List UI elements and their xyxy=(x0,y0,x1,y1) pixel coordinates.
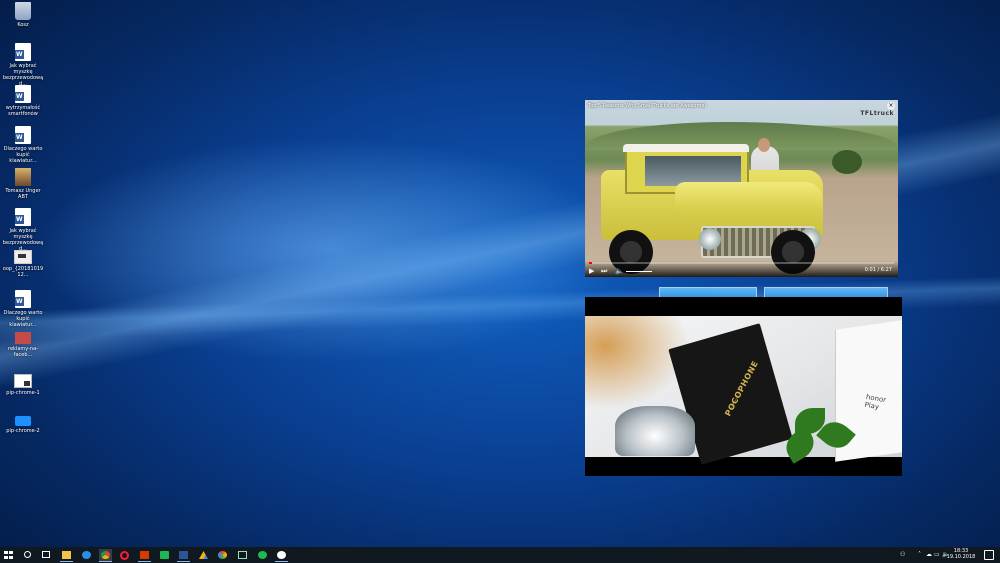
search-button[interactable] xyxy=(22,549,35,561)
shortcut-icon xyxy=(14,250,32,264)
word-document-icon xyxy=(15,126,31,144)
desktop-icon-recycle-bin[interactable]: Kosz xyxy=(2,2,44,28)
edge-icon xyxy=(82,551,91,559)
video-controls: ▶ ⏭ 🔈 0:01 / 6:27 xyxy=(585,261,898,277)
video-frame-truck xyxy=(585,100,898,277)
cloud-icon[interactable]: ☁ xyxy=(926,550,932,560)
pip-video-window-2[interactable]: honor Play POCOPHONE by Xiaomi xyxy=(585,297,902,476)
google-drive-icon xyxy=(199,551,208,559)
taskbar-app[interactable] xyxy=(80,549,93,561)
taskbar-app[interactable] xyxy=(158,549,171,561)
taskbar-app[interactable] xyxy=(118,549,131,561)
pip-video-window-1[interactable]: Top 5 Reasons Why Small Trucks are Aweso… xyxy=(585,100,898,277)
opera-icon xyxy=(120,551,129,560)
file-explorer-icon xyxy=(62,551,71,559)
taskbar-app[interactable] xyxy=(216,549,229,561)
taskbar-app[interactable] xyxy=(197,549,210,561)
desktop-icon-label: Tomasz Unger ABT xyxy=(5,188,41,200)
taskbar-app[interactable] xyxy=(275,549,288,562)
desktop-icon-label: Dlaczego warto kupić klawiatur... xyxy=(3,310,43,328)
app-box-icon xyxy=(238,551,247,559)
start-button[interactable] xyxy=(2,549,15,561)
desktop-icon-document[interactable]: Jak wybrać myszkę bezprzewodową d... xyxy=(2,208,44,252)
photos-icon xyxy=(218,551,227,559)
taskbar-clock[interactable]: 18:33 19.10.2018 xyxy=(944,548,978,560)
word-document-icon xyxy=(15,43,31,61)
video-timecode: 0:01 / 6:27 xyxy=(864,267,892,273)
clock-date: 19.10.2018 xyxy=(946,554,976,560)
volume-icon[interactable]: 🔈 xyxy=(615,267,624,275)
taskbar-app[interactable] xyxy=(236,549,249,561)
desktop-icon-label: Kosz xyxy=(17,22,29,28)
recycle-bin-icon xyxy=(15,2,31,20)
people-icon[interactable]: ⚇ xyxy=(900,550,905,560)
app-shortcut-icon xyxy=(14,374,32,388)
desktop-icon-document[interactable]: Dlaczego warto kupić klawiatur... xyxy=(2,290,44,328)
desktop-icon-document[interactable]: Jak wybrać myszkę bezprzewodową d... xyxy=(2,43,44,87)
truck-hood-shape xyxy=(675,182,823,212)
desktop-icon-shortcut[interactable]: oop_{2018101912... xyxy=(2,250,44,278)
word-document-icon xyxy=(15,85,31,103)
person-head-shape xyxy=(758,138,770,152)
taskbar-app[interactable] xyxy=(256,549,269,561)
volume-slider[interactable] xyxy=(626,271,652,272)
task-view-button[interactable] xyxy=(40,549,53,561)
network-icon[interactable]: ▭ xyxy=(934,550,940,560)
taskbar-app[interactable] xyxy=(60,549,73,562)
desktop-icon-document[interactable]: wytrzymałość smartfonów xyxy=(2,85,44,117)
desktop-icon-label: Jak wybrać myszkę bezprzewodową d... xyxy=(2,63,44,87)
search-icon xyxy=(24,551,31,558)
desktop-icon-pip-chrome-2[interactable]: pip-chrome-2 xyxy=(2,416,44,434)
app-green-icon xyxy=(160,551,169,559)
taskbar-app[interactable] xyxy=(177,549,190,562)
office-icon xyxy=(140,551,149,559)
image-file-icon xyxy=(15,332,31,344)
desktop: Kosz Jak wybrać myszkę bezprzewodową d..… xyxy=(0,0,1000,547)
progress-bar[interactable] xyxy=(589,262,894,264)
progress-fill xyxy=(589,262,593,264)
start-icon xyxy=(4,551,13,559)
desktop-icon-label: pip-chrome-2 xyxy=(6,428,40,434)
image-file-icon xyxy=(15,168,31,186)
desktop-icon-image[interactable]: reklamy-na-faceb... xyxy=(2,332,44,358)
taskbar-app[interactable] xyxy=(99,549,112,562)
desktop-icon-label: oop_{2018101912... xyxy=(2,266,44,278)
taskbar: ⚇ ˄ ☁ ▭ 🔈 18:33 19.10.2018 xyxy=(0,547,1000,563)
desktop-icon-pip-chrome-1[interactable]: pip-chrome-1 xyxy=(2,374,44,396)
desktop-icon-document[interactable]: Dlaczego warto kupić klawiatur... xyxy=(2,126,44,164)
headlight-shape xyxy=(699,228,721,250)
taskbar-app[interactable] xyxy=(138,549,151,562)
app-s-icon xyxy=(277,551,286,559)
truck-roof-shape xyxy=(623,144,749,152)
crystal-ornament-shape xyxy=(615,406,695,456)
desktop-icon-label: Dlaczego warto kupić klawiatur... xyxy=(3,146,43,164)
word-document-icon xyxy=(15,290,31,308)
bush-shape xyxy=(832,150,862,174)
video-frame-unboxing: honor Play POCOPHONE by Xiaomi xyxy=(585,316,902,465)
next-icon[interactable]: ⏭ xyxy=(601,267,607,275)
chevron-up-icon[interactable]: ˄ xyxy=(918,550,921,560)
play-icon[interactable]: ▶ xyxy=(589,267,594,275)
video-title: Top 5 Reasons Why Small Trucks are Aweso… xyxy=(588,103,707,109)
close-icon[interactable]: × xyxy=(887,102,895,110)
desktop-icon-label: pip-chrome-1 xyxy=(6,390,40,396)
task-view-icon xyxy=(42,551,50,558)
desktop-icon-label: Jak wybrać myszkę bezprzewodową d... xyxy=(2,228,44,252)
desktop-icon-label: reklamy-na-faceb... xyxy=(8,346,38,358)
desktop-icon-image[interactable]: Tomasz Unger ABT xyxy=(2,168,44,200)
word-document-icon xyxy=(15,208,31,226)
channel-logo: TFLtruck xyxy=(860,110,894,117)
chrome-icon xyxy=(101,551,110,559)
spotify-icon xyxy=(258,551,267,559)
word-icon xyxy=(179,551,188,559)
action-center-icon[interactable] xyxy=(984,550,994,560)
desktop-icon-label: wytrzymałość smartfonów xyxy=(5,105,41,117)
app-shortcut-icon xyxy=(15,416,31,426)
